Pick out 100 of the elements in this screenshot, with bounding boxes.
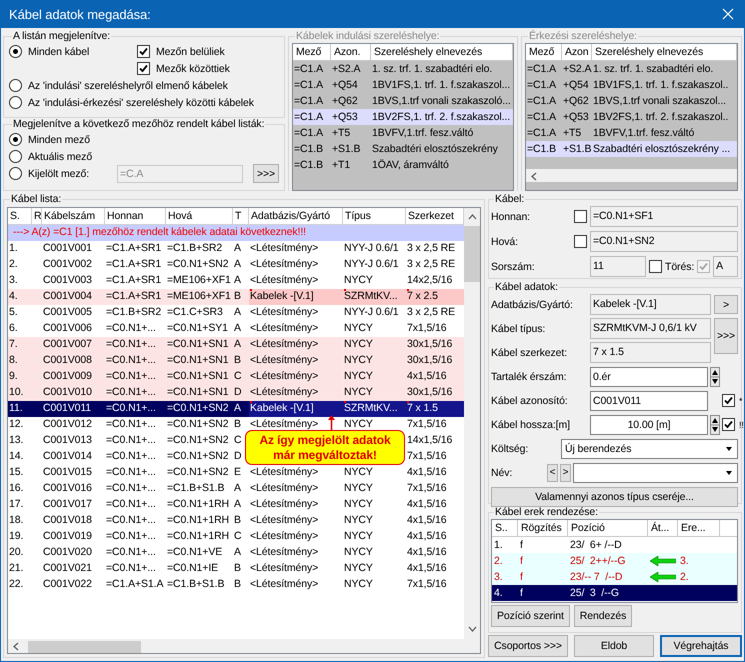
radio-label[interactable]: Minden mező [28,134,90,146]
input-field[interactable]: 10.00 [m] [590,414,708,434]
scroll-left-icon[interactable] [530,172,538,180]
scroll-left-icon[interactable] [12,642,20,651]
radio-label[interactable]: Aktuális mező [28,150,92,162]
table-row[interactable]: 9. C001V009 =C0.N1+... =C0.N1+SN1 C <Létesítmény> NYCY 4x1,5/16 [8,369,464,385]
table-cell-text: A [233,257,241,272]
list-row[interactable]: 2. f 25/ 2++/--G 3. [492,553,737,569]
column-header[interactable]: Át... [648,520,678,537]
previous-button[interactable]: < [547,464,558,482]
replace-button[interactable]: Valamennyi azonos típus cseréje... [491,487,738,507]
checkbox[interactable] [649,260,662,273]
table-cell-text: =ME106+XF1 [166,289,231,304]
text-field[interactable]: 7 x 1.5 [590,342,711,363]
text-field[interactable]: =C0.N1+SN2 [590,231,738,252]
field-label: Kábel típus: [491,322,546,334]
table-cell-text: 19. [8,529,24,544]
table-row[interactable]: 8. C001V008 =C0.N1+... =C0.N1+SN1 B <Létesítmény> NYCY 30x1,5/16 [8,353,464,369]
button[interactable]: Eldob [574,635,654,657]
core-list[interactable]: S.. Rögzítés Pozíció Át... Ere... 1. f 23/ 6+ /--D 2. f 25/ 2++/--G 3. 3. f 23/-- 7 /--D 2. 4. f 25/ 3 /--G [491,519,738,603]
dropdown-arrow-icon[interactable] [724,444,734,452]
scroll-down-icon[interactable] [468,625,476,633]
button[interactable]: Csoportos >>> [488,635,568,657]
table-cell-text: =C0.N1+SN2 [166,465,228,480]
text-field[interactable]: Kabelek -[V.1] [590,294,711,315]
checkbox[interactable] [137,62,150,75]
button[interactable]: Rendezés [574,605,632,627]
list-cell-text: 23/ 6+ /--D [569,539,623,551]
radio-button[interactable] [9,79,22,92]
checkbox-label[interactable]: Mezők közöttiek [156,62,230,74]
radio-label[interactable]: Az 'indulási' szereléshelyről elmenő kábelek [28,80,228,92]
input-field[interactable]: 0.ér [590,366,708,386]
radio-button[interactable] [9,150,22,163]
list-row[interactable]: 1. f 23/ 6+ /--D [492,537,737,553]
list-row[interactable]: 4. f 25/ 3 /--G [492,585,737,601]
checkbox[interactable] [137,45,150,58]
table-cell-text: =C0.N1+... [105,417,156,432]
horizontal-scrollbar[interactable] [8,639,480,653]
spin-buttons[interactable] [710,366,720,386]
radio-label[interactable]: Minden kábel [28,46,90,58]
scroll-thumb[interactable] [464,226,480,282]
browse-button[interactable]: >>> [714,318,738,354]
checkbox[interactable] [574,235,587,248]
column-header[interactable]: S.. [492,520,518,537]
list-cell: =C1.B [526,143,556,155]
browse-button[interactable]: >>> [253,164,279,183]
column-header[interactable]: Rögzítés [518,520,568,537]
radio-button[interactable] [9,96,22,109]
text-field[interactable]: =C0.N1+SF1 [590,206,738,227]
spin-buttons[interactable] [710,414,720,434]
column-header[interactable]: Ere... [678,520,720,537]
browse-button[interactable]: > [714,295,738,314]
group-title: Kábel erek rendezése: [494,506,599,519]
button[interactable]: Végrehajtás [660,635,742,657]
next-button[interactable]: > [560,464,571,482]
table-cell-text: NYY-J 0.6/1 [343,305,399,320]
table-cell-text: 4x1,5/16 [406,497,446,512]
table-row[interactable]: 4. C001V004 =C1.A+SR1 =ME106+XF1 B Kabelek -[V.1] SZRMtKV... 7 x 2.5 [8,289,464,305]
list-cell-text: f [519,555,524,567]
table-cell-text: A [233,401,241,416]
close-icon[interactable] [722,8,734,20]
input-field[interactable]: C001V011 [590,390,708,410]
list-cell: =C1.A [526,111,556,123]
table-cell-text: C001V008 [42,353,92,368]
table-cell-text: <Létesítmény> [249,481,318,496]
table-row[interactable]: 10. C001V010 =C0.N1+... =C0.N1+SN1 D <Létesítmény> NYCY 30x1,5/16 [8,385,464,401]
checkbox[interactable] [722,418,735,431]
table-cell-text: 20. [8,545,24,560]
table-row[interactable]: 11. C001V011 =C0.N1+... =C0.N1+SN2 A Kabelek -[V.1] SZRMtKV... 7 x 1.5 [8,401,464,417]
radio-button[interactable] [9,133,22,146]
list-row[interactable]: 3. f 23/-- 7 /--D 2. [492,569,737,585]
scroll-thumb[interactable] [28,640,141,652]
dropdown[interactable] [573,462,738,482]
radio-label[interactable]: Az 'indulási-érkezési' szereléshely közötti kábelek [28,96,254,108]
table-cell-text: A [233,337,241,352]
radio-button[interactable] [9,167,22,180]
table-cell-text: C001V020 [42,545,92,560]
table-cell-text: =C1.A+SR1 [105,289,162,304]
text-field[interactable]: SZRMtKVM-J 0,6/1 kV [590,318,711,339]
text-field[interactable]: 11 [590,256,646,277]
table-cell-text: C001V021 [42,561,92,576]
scroll-up-icon[interactable] [468,213,476,221]
list-cell: +Q62 [562,95,589,107]
dropdown-arrow-icon[interactable] [724,468,734,476]
table-cell-text: 30x1,5/16 [406,353,452,368]
table-cell-text: =C0.N1+... [105,529,156,544]
radio-label[interactable]: Kijelölt mező: [28,168,90,180]
callout: Az így megjelölt adatok már megváltoztak! [245,430,405,465]
table-cell-text: 4x1,5/16 [406,561,446,576]
checkbox[interactable] [574,210,587,223]
dropdown[interactable]: Új berendezés [561,438,738,458]
column-header[interactable]: Pozíció [568,520,648,537]
button[interactable]: Pozíció szerint [491,605,570,627]
checkbox[interactable] [722,394,735,407]
table-row[interactable]: 7. C001V007 =C0.N1+... =C0.N1+SN1 A <Létesítmény> NYCY 30x1,5/16 [8,337,464,353]
checkbox-label[interactable]: Mezőn belüliek [156,46,225,58]
radio-button[interactable] [9,45,22,58]
vertical-scrollbar[interactable] [464,208,480,639]
text-field[interactable]: A [713,256,738,277]
list-cell: =C1.A [526,127,556,139]
